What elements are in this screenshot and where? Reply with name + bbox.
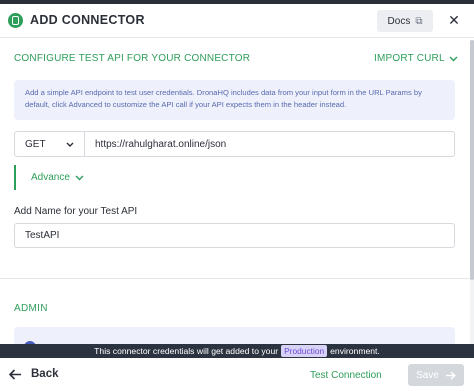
test-api-name-label: Add Name for your Test API (14, 206, 138, 217)
dialog-footer: Back Test Connection Save (0, 358, 474, 391)
environment-notice: This connector credentials will get adde… (0, 344, 474, 358)
test-api-name-value: TestAPI (25, 230, 60, 241)
docs-label: Docs (387, 15, 411, 27)
external-link-icon: ⧉ (415, 15, 423, 27)
chevron-down-icon (449, 56, 458, 61)
arrow-right-icon (445, 370, 456, 380)
chevron-down-icon (66, 142, 74, 147)
info-box: Add a simple API endpoint to test user c… (14, 80, 455, 120)
advance-section: Advance (14, 165, 455, 190)
advance-label: Advance (31, 172, 70, 183)
arrow-left-icon (9, 368, 21, 380)
http-method-select[interactable]: GET (14, 131, 84, 157)
dialog-header: ADD CONNECTOR Docs ⧉ ✕ (0, 4, 474, 37)
save-button[interactable]: Save (408, 364, 464, 386)
url-input[interactable]: https://rahulgharat.online/json (84, 131, 455, 157)
import-curl-label: IMPORT CURL (374, 53, 445, 64)
docs-button[interactable]: Docs ⧉ (377, 10, 433, 32)
notice-text-before: This connector credentials will get adde… (94, 346, 279, 356)
test-api-name-input[interactable]: TestAPI (14, 223, 455, 248)
dialog-title: ADD CONNECTOR (30, 13, 145, 27)
header-divider (0, 37, 474, 38)
configure-section-heading: CONFIGURE TEST API FOR YOUR CONNECTOR (14, 53, 251, 64)
advance-toggle[interactable]: Advance (31, 172, 84, 183)
url-value: https://rahulgharat.online/json (95, 138, 227, 150)
back-label: Back (31, 368, 59, 380)
chevron-down-icon (75, 175, 84, 180)
environment-tag: Production (281, 345, 328, 357)
http-method-value: GET (25, 138, 46, 150)
import-curl-button[interactable]: IMPORT CURL (374, 53, 458, 64)
notice-text-after: environment. (330, 346, 380, 356)
section-divider (0, 278, 474, 279)
test-connection-button[interactable]: Test Connection (310, 370, 382, 381)
admin-section-heading: ADMIN (14, 303, 48, 314)
scrollbar-thumb[interactable] (470, 40, 474, 280)
dronahq-logo-icon (8, 13, 23, 28)
close-icon[interactable]: ✕ (446, 12, 462, 28)
save-label: Save (416, 369, 439, 381)
back-button[interactable]: Back (9, 368, 59, 380)
